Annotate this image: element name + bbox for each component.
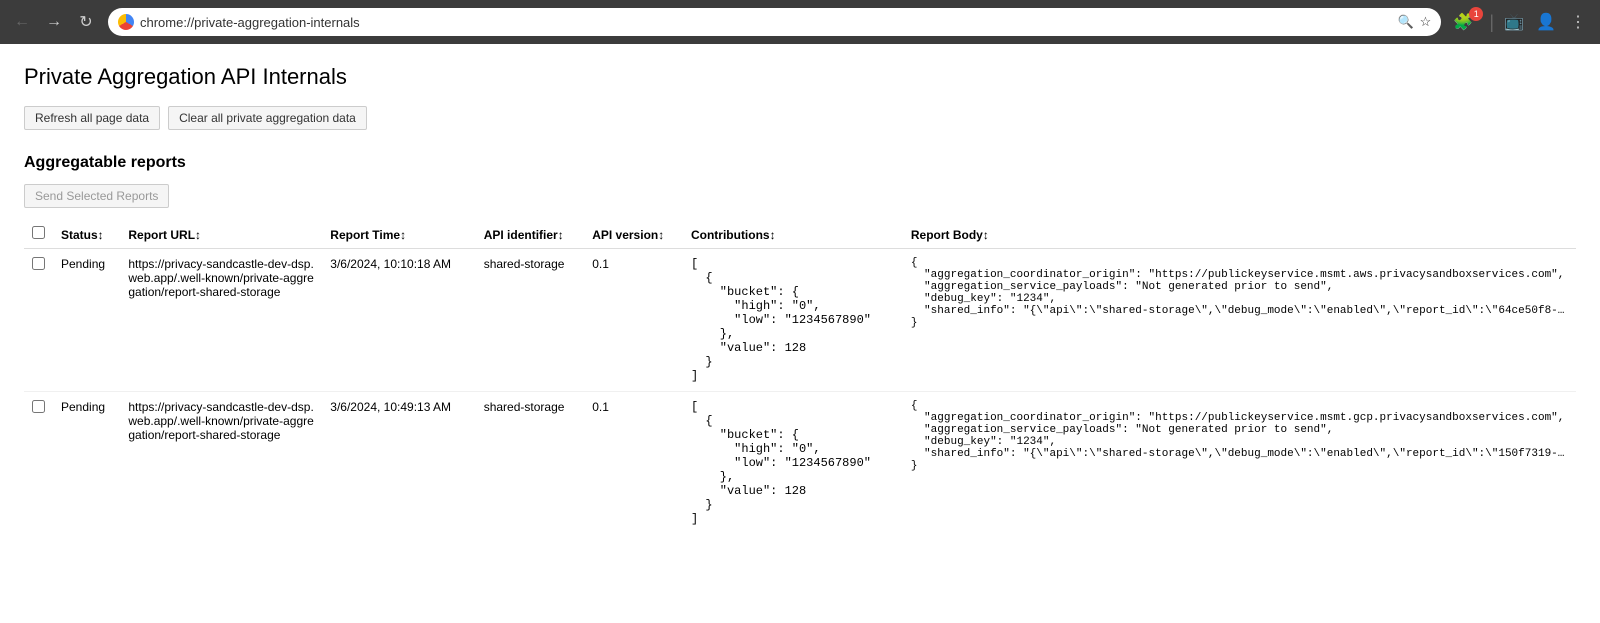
cell-report-time: 3/6/2024, 10:10:18 AM (322, 249, 475, 392)
cell-report-url: https://privacy-sandcastle-dev-dsp.web.a… (120, 392, 322, 535)
star-icon: ☆ (1420, 14, 1432, 30)
address-bar[interactable]: chrome://private-aggregation-internals 🔍… (108, 8, 1441, 36)
refresh-button[interactable]: ↻ (72, 8, 100, 36)
cell-status: Pending (53, 392, 120, 535)
cast-button[interactable]: 📺 (1500, 8, 1528, 36)
section-title: Aggregatable reports (24, 154, 1576, 172)
page-content: Private Aggregation API Internals Refres… (0, 44, 1600, 554)
forward-button[interactable]: → (40, 8, 68, 36)
reports-table: Status↕ Report URL↕ Report Time↕ API ide… (24, 220, 1576, 534)
nav-buttons: ← → ↻ (8, 8, 100, 36)
header-checkbox-cell (24, 220, 53, 249)
select-all-checkbox[interactable] (32, 226, 45, 239)
page-title: Private Aggregation API Internals (24, 64, 1576, 90)
back-button[interactable]: ← (8, 8, 36, 36)
action-buttons: Refresh all page data Clear all private … (24, 106, 1576, 130)
cell-status: Pending (53, 249, 120, 392)
separator: | (1489, 12, 1494, 33)
refresh-data-button[interactable]: Refresh all page data (24, 106, 160, 130)
cell-report-time: 3/6/2024, 10:49:13 AM (322, 392, 475, 535)
table-row: Pendinghttps://privacy-sandcastle-dev-ds… (24, 249, 1576, 392)
header-report-url[interactable]: Report URL↕ (120, 220, 322, 249)
cell-api-version: 0.1 (584, 392, 683, 535)
cell-api-identifier: shared-storage (476, 249, 585, 392)
table-header-row: Status↕ Report URL↕ Report Time↕ API ide… (24, 220, 1576, 249)
browser-chrome: ← → ↻ chrome://private-aggregation-inter… (0, 0, 1600, 44)
header-status[interactable]: Status↕ (53, 220, 120, 249)
table-row: Pendinghttps://privacy-sandcastle-dev-ds… (24, 392, 1576, 535)
clear-data-button[interactable]: Clear all private aggregation data (168, 106, 367, 130)
send-reports-button[interactable]: Send Selected Reports (24, 184, 169, 208)
cell-report-body: { "aggregation_coordinator_origin": "htt… (903, 392, 1576, 535)
header-api-version[interactable]: API version↕ (584, 220, 683, 249)
row-checkbox[interactable] (32, 400, 45, 413)
chrome-icon (118, 14, 134, 30)
row-checkbox[interactable] (32, 257, 45, 270)
cell-report-url: https://privacy-sandcastle-dev-dsp.web.a… (120, 249, 322, 392)
table-body: Pendinghttps://privacy-sandcastle-dev-ds… (24, 249, 1576, 535)
header-contributions[interactable]: Contributions↕ (683, 220, 903, 249)
address-text: chrome://private-aggregation-internals (140, 15, 1391, 30)
extension-badge: 1 (1469, 7, 1483, 21)
browser-actions: 🧩 1 | 📺 👤 ⋮ (1449, 8, 1592, 36)
cell-api-identifier: shared-storage (476, 392, 585, 535)
menu-button[interactable]: ⋮ (1564, 8, 1592, 36)
cell-contributions: [ { "bucket": { "high": "0", "low": "123… (683, 249, 903, 392)
cell-contributions: [ { "bucket": { "high": "0", "low": "123… (683, 392, 903, 535)
header-report-time[interactable]: Report Time↕ (322, 220, 475, 249)
cell-api-version: 0.1 (584, 249, 683, 392)
search-icon: 🔍 (1397, 14, 1413, 30)
header-report-body[interactable]: Report Body↕ (903, 220, 1576, 249)
header-api-identifier[interactable]: API identifier↕ (476, 220, 585, 249)
profile-button[interactable]: 👤 (1532, 8, 1560, 36)
cell-report-body: { "aggregation_coordinator_origin": "htt… (903, 249, 1576, 392)
